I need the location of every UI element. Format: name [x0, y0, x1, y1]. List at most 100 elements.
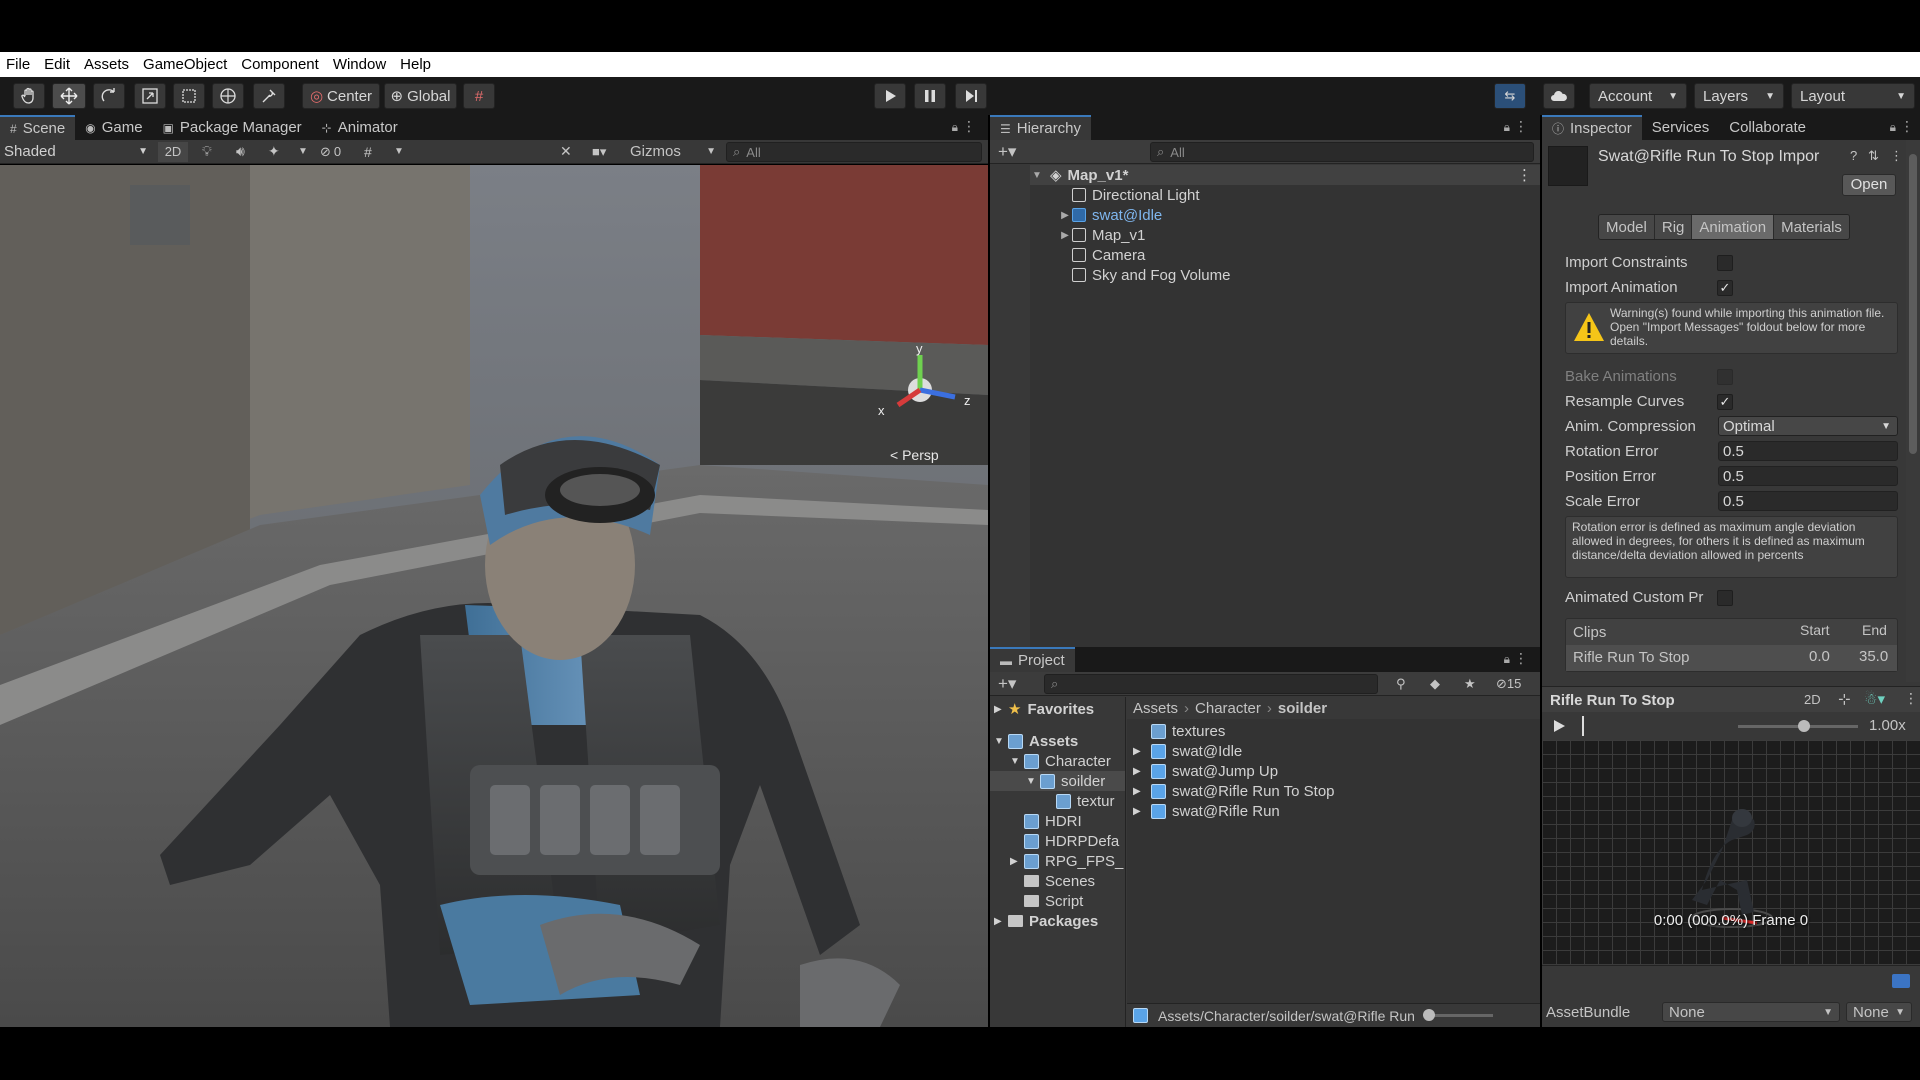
- hierarchy-item[interactable]: Directional Light: [1030, 185, 1540, 205]
- chevron-down-icon[interactable]: ▼: [1026, 776, 1040, 787]
- more-menu-icon[interactable]: ⋮: [1900, 118, 1914, 135]
- menu-file[interactable]: File: [6, 56, 30, 73]
- tab-game[interactable]: ◉ Game: [75, 115, 152, 140]
- more-menu-icon[interactable]: ⋮: [1514, 118, 1528, 135]
- icon-size-slider[interactable]: [1422, 1009, 1493, 1021]
- tools-icon[interactable]: ✕: [560, 143, 572, 160]
- account-dropdown[interactable]: Account ▼: [1589, 83, 1687, 109]
- tab-model[interactable]: Model: [1599, 215, 1654, 239]
- scene-root-row[interactable]: ▼ ◈ Map_v1* ⋮: [1030, 165, 1540, 185]
- hand-tool-button[interactable]: [13, 83, 45, 109]
- tab-hierarchy[interactable]: ☰ Hierarchy: [990, 115, 1091, 140]
- menu-help[interactable]: Help: [400, 56, 431, 73]
- grid-snap-button[interactable]: #: [463, 83, 495, 109]
- label-icon[interactable]: ◆: [1430, 676, 1440, 692]
- tab-animator[interactable]: ⊹ Animator: [312, 115, 408, 140]
- persp-label[interactable]: < Persp: [890, 447, 939, 463]
- star-icon[interactable]: ★: [1464, 676, 1476, 692]
- scene-viewport[interactable]: y z x < Persp: [0, 165, 988, 1027]
- open-button[interactable]: Open: [1842, 174, 1896, 196]
- scale-tool-button[interactable]: [134, 83, 166, 109]
- chevron-right-icon[interactable]: ▶: [1010, 856, 1024, 867]
- rect-tool-button[interactable]: [173, 83, 205, 109]
- tab-rig[interactable]: Rig: [1653, 215, 1692, 239]
- gizmo-axis-z[interactable]: z: [964, 393, 971, 408]
- preview-2d-toggle[interactable]: 2D: [1804, 692, 1821, 707]
- scale-error-field[interactable]: 0.5: [1718, 491, 1898, 511]
- menu-edit[interactable]: Edit: [44, 56, 70, 73]
- space-toggle[interactable]: ⊕ Global: [384, 83, 457, 109]
- chevron-right-icon[interactable]: ▶: [994, 704, 1008, 715]
- chevron-down-icon[interactable]: ▼: [1010, 756, 1024, 767]
- gizmo-axis-y[interactable]: y: [916, 341, 923, 356]
- chevron-down-icon[interactable]: ▼: [298, 146, 308, 157]
- character-folder[interactable]: ▼ Character: [1010, 751, 1111, 771]
- move-tool-button[interactable]: [52, 83, 86, 109]
- collab-sync-button[interactable]: ⇆: [1494, 83, 1526, 109]
- breadcrumb-item[interactable]: Character: [1195, 700, 1261, 717]
- shading-mode-dropdown[interactable]: Shaded ▼: [4, 142, 148, 162]
- tab-scene[interactable]: # Scene: [0, 115, 76, 140]
- lock-icon[interactable]: 🔒︎: [1504, 120, 1510, 135]
- cloud-button[interactable]: [1543, 83, 1575, 109]
- pause-button[interactable]: [914, 83, 946, 109]
- tab-project[interactable]: ▬ Project: [990, 647, 1075, 672]
- scenes-folder[interactable]: Scenes: [1024, 871, 1095, 891]
- tag-icon[interactable]: [1892, 974, 1910, 988]
- soilder-folder[interactable]: ▼ soilder: [990, 771, 1125, 791]
- rpg-folder[interactable]: ▶ RPG_FPS_: [1010, 851, 1123, 871]
- assetbundle-dropdown[interactable]: None ▼: [1662, 1002, 1840, 1022]
- hierarchy-item[interactable]: Camera: [1030, 245, 1540, 265]
- bake-animations-checkbox[interactable]: [1717, 369, 1733, 385]
- help-icon[interactable]: ?: [1850, 148, 1857, 163]
- import-animation-checkbox[interactable]: ✓: [1717, 280, 1733, 296]
- audio-icon[interactable]: 🔊︎: [236, 143, 245, 160]
- chevron-right-icon[interactable]: ▶: [1133, 746, 1151, 757]
- breadcrumb-item[interactable]: Assets: [1133, 700, 1178, 717]
- menu-gameobject[interactable]: GameObject: [143, 56, 227, 73]
- chevron-right-icon[interactable]: ▶: [1058, 210, 1072, 221]
- menu-assets[interactable]: Assets: [84, 56, 129, 73]
- transform-tool-button[interactable]: [212, 83, 244, 109]
- tab-package-manager[interactable]: ▣ Package Manager: [153, 115, 312, 140]
- chevron-down-icon[interactable]: ▼: [1030, 170, 1044, 181]
- slider-handle[interactable]: [1422, 1009, 1435, 1021]
- more-menu-icon[interactable]: ⋮: [1890, 148, 1903, 164]
- lighting-icon[interactable]: 💡︎: [202, 143, 212, 160]
- scrollbar-thumb[interactable]: [1909, 154, 1917, 454]
- avatar-icon[interactable]: ☃▾: [1864, 690, 1885, 708]
- filter-type-icon[interactable]: ⚲: [1396, 676, 1406, 692]
- hidden-objects-toggle[interactable]: ⊘ 0: [320, 144, 341, 160]
- hidden-packages-toggle[interactable]: ⊘15: [1496, 676, 1521, 692]
- grid-toggle-icon[interactable]: #: [364, 144, 372, 160]
- menu-component[interactable]: Component: [241, 56, 319, 73]
- menu-window[interactable]: Window: [333, 56, 386, 73]
- textures-folder[interactable]: textur: [1056, 791, 1115, 811]
- list-item[interactable]: ▶ swat@Rifle Run: [1133, 801, 1280, 821]
- tab-services[interactable]: Services: [1642, 115, 1720, 140]
- add-icon[interactable]: +▾: [998, 674, 1016, 694]
- chevron-right-icon[interactable]: ▶: [1133, 786, 1151, 797]
- hierarchy-item[interactable]: ▶ Map_v1: [1030, 225, 1540, 245]
- animated-custom-checkbox[interactable]: [1717, 590, 1733, 606]
- hierarchy-item[interactable]: Sky and Fog Volume: [1030, 265, 1540, 285]
- play-button[interactable]: [874, 83, 906, 109]
- gizmo-axis-x[interactable]: x: [878, 403, 885, 418]
- clip-row[interactable]: Rifle Run To Stop 0.0 35.0: [1566, 645, 1897, 671]
- packages-folder[interactable]: ▶ Packages: [994, 911, 1098, 931]
- chevron-right-icon[interactable]: ▶: [1133, 806, 1151, 817]
- play-icon[interactable]: [1552, 719, 1566, 733]
- toggle-2d-button[interactable]: 2D: [158, 141, 188, 162]
- step-button[interactable]: [955, 83, 987, 109]
- lock-icon[interactable]: 🔒︎: [952, 120, 958, 135]
- effects-icon[interactable]: ✦: [268, 143, 280, 160]
- chevron-right-icon[interactable]: ▶: [1133, 766, 1151, 777]
- chevron-right-icon[interactable]: ▶: [1058, 230, 1072, 241]
- lock-icon[interactable]: 🔒︎: [1504, 652, 1510, 667]
- more-menu-icon[interactable]: ⋮: [1514, 650, 1528, 667]
- hierarchy-search-input[interactable]: ⌕ All: [1150, 142, 1534, 162]
- more-menu-icon[interactable]: ⋮: [962, 118, 976, 135]
- hierarchy-item[interactable]: ▶ swat@Idle: [1030, 205, 1540, 225]
- inspector-scrollbar[interactable]: [1906, 140, 1920, 682]
- tab-collaborate[interactable]: Collaborate: [1719, 115, 1816, 140]
